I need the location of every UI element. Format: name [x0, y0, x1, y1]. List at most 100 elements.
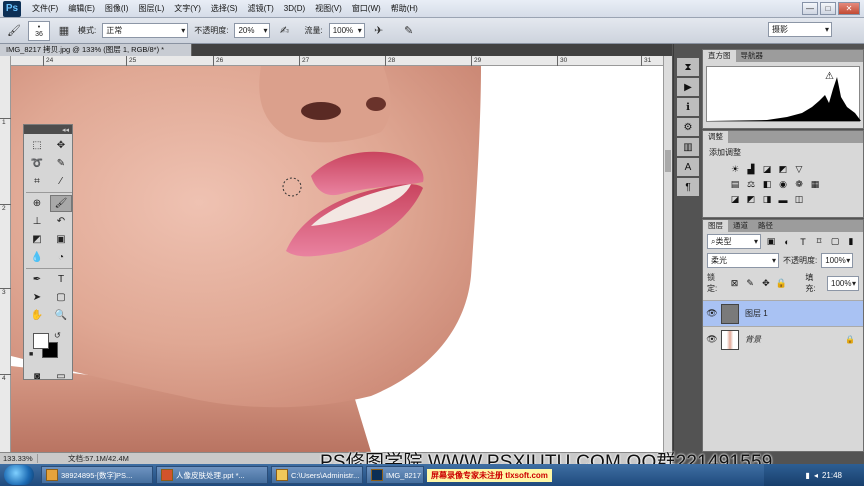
tab-adjustments[interactable]: 调整	[703, 131, 728, 143]
zoom-level[interactable]: 133.33%	[0, 454, 38, 463]
info-panel-icon[interactable]: ℹ	[677, 98, 699, 116]
layer-opacity-input[interactable]: 100%	[821, 253, 854, 268]
document-size-info[interactable]: 文档:57.1M/42.4M	[38, 453, 129, 464]
volume-icon[interactable]: ◂	[814, 471, 818, 480]
quick-mask-icon[interactable]: ◙	[26, 368, 48, 385]
type-tool-icon[interactable]: T	[50, 271, 72, 288]
tab-navigator[interactable]: 导航器	[736, 50, 769, 62]
color-lookup-icon[interactable]: ▦	[809, 179, 821, 190]
threshold-icon[interactable]: ◨	[761, 194, 773, 205]
levels-icon[interactable]: ▟	[745, 164, 757, 175]
menu-window[interactable]: 窗口(W)	[347, 0, 386, 18]
adjustment-filter-icon[interactable]: ◐	[781, 236, 793, 247]
black-white-icon[interactable]: ◧	[761, 179, 773, 190]
tab-channels[interactable]: 通道	[728, 220, 753, 232]
history-panel-icon[interactable]: ⧗	[677, 58, 699, 76]
tab-paths[interactable]: 路径	[753, 220, 778, 232]
vertical-scrollbar[interactable]	[663, 56, 672, 452]
crop-tool-icon[interactable]: ⌗	[26, 173, 48, 190]
eraser-tool-icon[interactable]: ◩	[26, 231, 48, 248]
foreground-color-swatch[interactable]	[33, 333, 49, 349]
warning-icon[interactable]: ⚠	[825, 71, 834, 82]
color-balance-icon[interactable]: ⚖	[745, 179, 757, 190]
tab-layers[interactable]: 图层	[703, 220, 728, 232]
lasso-tool-icon[interactable]: ➰	[26, 155, 48, 172]
curves-icon[interactable]: ◪	[761, 164, 773, 175]
menu-image[interactable]: 图像(I)	[100, 0, 134, 18]
pen-tool-icon[interactable]: ✒	[26, 271, 48, 288]
taskbar-item[interactable]: 人像皮肤处理.ppt *...	[156, 466, 268, 484]
pixel-filter-icon[interactable]: ▣	[765, 236, 777, 247]
menu-select[interactable]: 选择(S)	[206, 0, 243, 18]
ruler-vertical[interactable]: 1 2 3 4	[0, 56, 11, 452]
pressure-size-icon[interactable]: ✎	[401, 23, 417, 39]
invert-icon[interactable]: ◪	[729, 194, 741, 205]
mode-select[interactable]: 正常	[102, 23, 189, 38]
lock-position-icon[interactable]: ✥	[760, 278, 772, 289]
tools-panel-header[interactable]: ◂◂	[24, 125, 72, 134]
menu-view[interactable]: 视图(V)	[310, 0, 347, 18]
network-icon[interactable]: ▮	[806, 471, 810, 480]
channel-mixer-icon[interactable]: ❁	[793, 179, 805, 190]
menu-file[interactable]: 文件(F)	[27, 0, 63, 18]
swap-colors-icon[interactable]: ↺	[54, 331, 61, 340]
posterize-icon[interactable]: ◩	[745, 194, 757, 205]
selective-color-icon[interactable]: ◫	[793, 194, 805, 205]
brush-panel-toggle-icon[interactable]: ▦	[56, 23, 72, 39]
gradient-map-icon[interactable]: ▬	[777, 194, 789, 205]
menu-layer[interactable]: 图层(L)	[133, 0, 169, 18]
character-panel-icon[interactable]: A	[677, 158, 699, 176]
clock[interactable]: 21:48	[822, 471, 842, 480]
layer-filter-select[interactable]: ⌕ 类型	[707, 234, 761, 249]
filter-toggle-icon[interactable]: ▮	[845, 236, 857, 247]
fill-input[interactable]: 100%	[827, 275, 860, 291]
exposure-icon[interactable]: ◩	[777, 164, 789, 175]
path-selection-tool-icon[interactable]: ➤	[26, 289, 48, 306]
dodge-tool-icon[interactable]: ◔	[50, 249, 72, 266]
workspace-select[interactable]: 摄影	[768, 22, 832, 37]
lock-pixels-icon[interactable]: ✎	[744, 278, 756, 289]
layer-row[interactable]: 👁 背景 🔒	[703, 326, 863, 352]
menu-3d[interactable]: 3D(D)	[279, 0, 310, 18]
airbrush-icon[interactable]: ✈	[371, 23, 387, 39]
paragraph-panel-icon[interactable]: ¶	[677, 178, 699, 196]
opacity-input[interactable]: 20%	[234, 23, 271, 38]
menu-help[interactable]: 帮助(H)	[386, 0, 423, 18]
document-canvas[interactable]	[11, 66, 663, 452]
brush-size-picker[interactable]: • 36	[28, 20, 50, 41]
visibility-eye-icon[interactable]: 👁	[703, 308, 721, 319]
visibility-eye-icon[interactable]: 👁	[703, 334, 721, 345]
menu-filter[interactable]: 滤镜(T)	[243, 0, 279, 18]
maximize-button[interactable]: □	[820, 2, 836, 15]
brush-tool-preset-icon[interactable]: 🖌	[6, 23, 22, 39]
menu-type[interactable]: 文字(Y)	[169, 0, 206, 18]
minimize-button[interactable]: —	[802, 2, 818, 15]
menu-edit[interactable]: 编辑(E)	[63, 0, 100, 18]
shape-filter-icon[interactable]: ⌑	[813, 236, 825, 247]
collapse-icon[interactable]: ◂◂	[62, 126, 69, 134]
flow-input[interactable]: 100%	[328, 23, 365, 38]
vibrance-icon[interactable]: ▽	[793, 164, 805, 175]
layer-name[interactable]: 图层 1	[745, 308, 768, 319]
eyedropper-tool-icon[interactable]: ⁄	[50, 173, 72, 190]
tool-presets-icon[interactable]: ⚙	[677, 118, 699, 136]
lock-transparent-icon[interactable]: ⊠	[729, 278, 741, 289]
brightness-contrast-icon[interactable]: ☀	[729, 164, 741, 175]
scrollbar-thumb[interactable]	[665, 150, 671, 172]
taskbar-item[interactable]: IMG_8217	[366, 466, 424, 484]
pressure-opacity-icon[interactable]: ✍	[276, 23, 292, 39]
layer-row[interactable]: 👁 图层 1	[703, 300, 863, 326]
brush-tool-icon[interactable]: 🖌	[50, 195, 72, 212]
move-tool-icon[interactable]: ✥	[50, 137, 72, 154]
layer-name[interactable]: 背景	[745, 334, 761, 345]
history-brush-tool-icon[interactable]: ↶	[50, 213, 72, 230]
blur-tool-icon[interactable]: 💧	[26, 249, 48, 266]
tab-histogram[interactable]: 直方图	[703, 50, 736, 62]
quick-selection-tool-icon[interactable]: ✎	[50, 155, 72, 172]
ruler-horizontal[interactable]: 24 25 26 27 28 29 30 31	[11, 56, 663, 66]
brush-presets-icon[interactable]: ▥	[677, 138, 699, 156]
taskbar-item[interactable]: C:\Users\Administr...	[271, 466, 363, 484]
zoom-tool-icon[interactable]: 🔍	[50, 307, 72, 324]
healing-brush-tool-icon[interactable]: ⊕	[26, 195, 48, 212]
document-tab[interactable]: IMG_8217 拷贝.jpg @ 133% (图层 1, RGB/8*) *	[0, 44, 192, 56]
